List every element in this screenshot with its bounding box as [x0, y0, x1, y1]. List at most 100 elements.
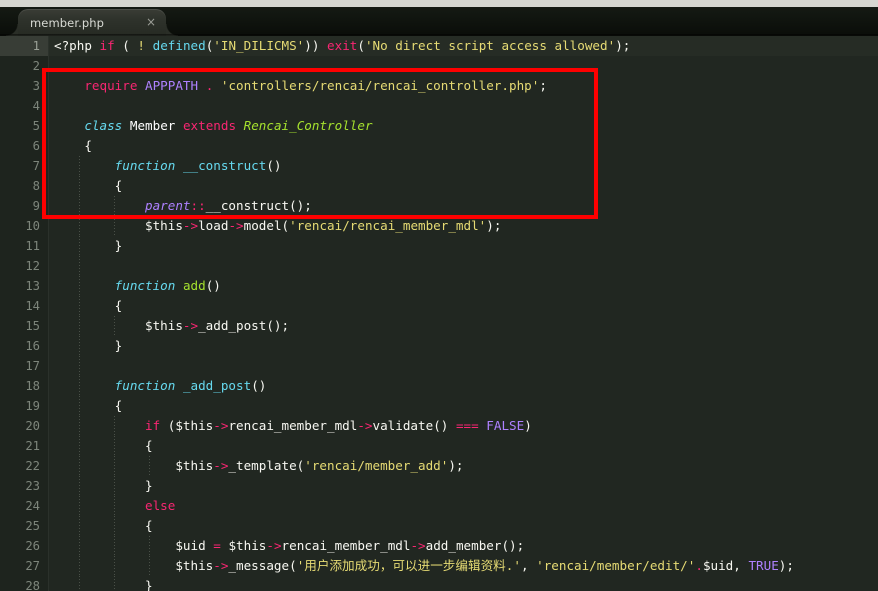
code-line[interactable]: 21 {	[0, 436, 878, 456]
code-lines: 1 <?php if ( ! defined ('IN_DILICMS')) exi…	[0, 36, 878, 591]
line-number: 21	[25, 439, 40, 453]
code-token: {	[54, 438, 153, 453]
code-token: ;	[539, 78, 547, 93]
code-line[interactable]: 16 }	[0, 336, 878, 356]
code-token: (	[357, 38, 365, 53]
code-token: TRUE	[748, 558, 779, 573]
code-token: extends	[182, 118, 237, 133]
code-line-text: if ($this->rencai_member_mdl->validate()…	[49, 416, 878, 436]
code-line[interactable]: 26 $uid = $this->rencai_member_mdl->add_…	[0, 536, 878, 556]
code-line-text: require APPPATH . 'controllers/rencai/re…	[49, 76, 878, 96]
code-line-text: }	[49, 236, 878, 256]
line-number: 1	[0, 36, 48, 56]
code-token: (	[281, 218, 290, 233]
close-icon[interactable]: ×	[144, 16, 158, 30]
code-line[interactable]: 17	[0, 356, 878, 376]
code-line[interactable]: 5 class Member extends Rencai_Controller	[0, 116, 878, 136]
code-token: ()	[251, 378, 267, 393]
code-line[interactable]: 4	[0, 96, 878, 116]
indent-guide	[79, 176, 80, 196]
code-token: {	[54, 178, 123, 193]
code-line[interactable]: 11 }	[0, 236, 878, 256]
code-token: );	[778, 558, 794, 573]
code-line[interactable]: 18 function _add_post()	[0, 376, 878, 396]
code-line[interactable]: 24 else	[0, 496, 878, 516]
line-number: 28	[25, 579, 40, 591]
code-token: );	[448, 458, 464, 473]
indent-guide	[79, 296, 80, 316]
code-token: }	[54, 478, 153, 493]
code-token: '用户添加成功，可以进一步编辑资料.'	[296, 558, 521, 573]
code-line[interactable]: 6 {	[0, 136, 878, 156]
line-number: 9	[32, 199, 40, 213]
indent-guide	[79, 496, 80, 516]
code-token: ()	[433, 418, 456, 433]
code-line-text: $this->_add_post();	[49, 316, 878, 336]
indent-guide	[79, 256, 80, 276]
code-token: )	[524, 418, 532, 433]
line-number: 27	[25, 559, 40, 573]
indent-guide	[114, 536, 115, 556]
code-line[interactable]: 14 {	[0, 296, 878, 316]
editor-tab-member-php[interactable]: member.php ×	[6, 9, 178, 36]
code-line[interactable]: 28 }	[0, 576, 878, 591]
code-line[interactable]: 19 {	[0, 396, 878, 416]
code-line[interactable]: 1 <?php if ( ! defined ('IN_DILICMS')) exi…	[0, 36, 878, 56]
code-token: (	[160, 418, 176, 433]
code-line[interactable]: 23 }	[0, 476, 878, 496]
code-token: require	[84, 78, 138, 93]
code-token: ();	[266, 318, 290, 333]
code-line[interactable]: 12	[0, 256, 878, 276]
code-line[interactable]: 20 if ($this->rencai_member_mdl->validat…	[0, 416, 878, 436]
code-line[interactable]: 25 {	[0, 516, 878, 536]
indent-guide	[79, 216, 80, 236]
code-token: ->	[182, 318, 199, 333]
indent-guide	[79, 276, 80, 296]
indent-guide	[149, 556, 150, 576]
code-line[interactable]: 27 $this->_message('用户添加成功，可以进一步编辑资料.', …	[0, 556, 878, 576]
code-line[interactable]: 9 parent::__construct();	[0, 196, 878, 216]
code-line[interactable]: 8 {	[0, 176, 878, 196]
code-token: _template	[228, 458, 297, 473]
code-token: ->	[213, 458, 229, 473]
code-line-text: $this->_message('用户添加成功，可以进一步编辑资料.', 're…	[49, 556, 878, 576]
line-number: 24	[25, 499, 40, 513]
code-token: _add_post	[182, 378, 252, 393]
line-number: 16	[25, 339, 40, 353]
code-line[interactable]: 15 $this->_add_post();	[0, 316, 878, 336]
line-number: 8	[32, 179, 40, 193]
code-token: 'No direct script access allowed'	[364, 38, 616, 53]
indent-guide	[79, 536, 80, 556]
line-number: 17	[25, 359, 40, 373]
code-line-text: else	[49, 496, 878, 516]
code-token: model	[243, 218, 282, 233]
code-token: parent	[145, 198, 191, 213]
code-line-text: $this->load->model('rencai/rencai_member…	[49, 216, 878, 236]
indent-guide	[114, 216, 115, 236]
code-token: $this	[175, 418, 214, 433]
code-editor-viewport[interactable]: 1 <?php if ( ! defined ('IN_DILICMS')) exi…	[0, 36, 878, 591]
code-line[interactable]: 22 $this->_template('rencai/member_add')…	[0, 456, 878, 476]
code-token: {	[54, 138, 92, 153]
code-line[interactable]: 3 require APPPATH . 'controllers/rencai/…	[0, 76, 878, 96]
code-token: ->	[182, 218, 199, 233]
code-token: }	[54, 338, 123, 353]
indent-guide	[79, 236, 80, 256]
code-line[interactable]: 2	[0, 56, 878, 76]
line-number: 11	[25, 239, 40, 253]
code-token: FALSE	[486, 418, 525, 433]
indent-guide	[114, 416, 115, 436]
code-line[interactable]: 13 function add()	[0, 276, 878, 296]
code-token: rencai_member_mdl	[281, 538, 411, 553]
code-line[interactable]: 7 function __construct()	[0, 156, 878, 176]
code-line-text: class Member extends Rencai_Controller	[49, 116, 878, 136]
code-line-text: }	[49, 576, 878, 591]
code-line[interactable]: 10 $this->load->model('rencai/rencai_mem…	[0, 216, 878, 236]
code-token: .	[695, 558, 703, 573]
